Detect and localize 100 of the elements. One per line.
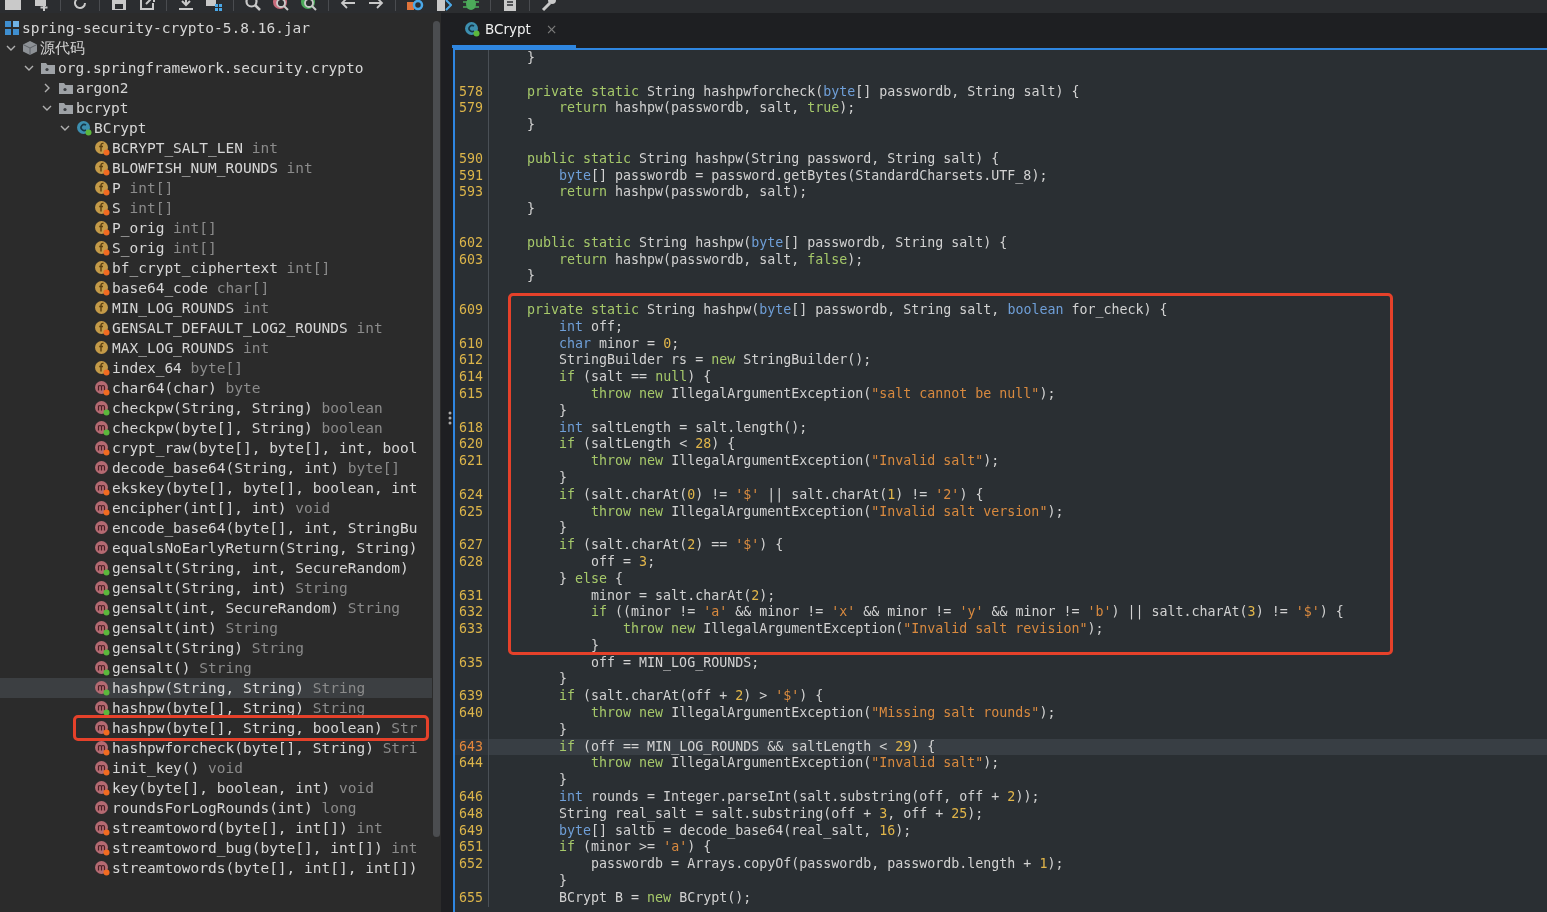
tree-item[interactable]: hashpwforcheck(byte[], String) Stri — [0, 738, 432, 758]
line-number: 655 — [455, 889, 489, 907]
tree-item[interactable]: MAX_LOG_ROUNDS int — [0, 338, 432, 358]
tree-item[interactable]: roundsForLogRounds(int) long — [0, 798, 432, 818]
tree-item[interactable]: BCrypt — [0, 118, 432, 138]
code-line: } — [558, 671, 569, 689]
code-line: } — [558, 469, 569, 487]
code-line: int rounds = Integer.parseInt(salt.substring(off, off + 2)); — [558, 789, 1041, 806]
tree-item[interactable]: hashpw(String, String) String — [0, 678, 432, 698]
line-number: 578 — [455, 83, 489, 101]
line-number: 614 — [455, 369, 489, 386]
cube-icon — [22, 40, 38, 56]
folder-icon — [40, 61, 56, 75]
code-line: off = MIN_LOG_ROUNDS; — [590, 654, 761, 672]
code-line: return hashpw(passwordb, salt, false); — [558, 251, 865, 269]
tree-item[interactable]: decode_base64(String, int) byte[] — [0, 458, 432, 478]
line-number: 593 — [455, 184, 489, 202]
line-number: 610 — [455, 335, 489, 353]
tree-item[interactable]: index_64 byte[] — [0, 358, 432, 378]
code-line: } — [558, 873, 569, 890]
tree-item[interactable]: bf_crypt_ciphertext int[] — [0, 258, 432, 278]
line-number: 603 — [455, 251, 489, 269]
method-icon — [95, 461, 108, 474]
tree-item[interactable]: gensalt(String) String — [0, 638, 432, 658]
code-line: } — [558, 520, 569, 538]
tree-item[interactable]: init_key() void — [0, 758, 432, 778]
tree-item[interactable]: crypt_raw(byte[], byte[], int, bool — [0, 438, 432, 458]
tree-item[interactable]: key(byte[], boolean, int) void — [0, 778, 432, 798]
line-number: 624 — [455, 486, 489, 504]
tree-item[interactable]: bcrypt — [0, 98, 432, 118]
line-number: 649 — [455, 822, 489, 840]
tree-item[interactable]: equalsNoEarlyReturn(String, String) — [0, 538, 432, 558]
code-line: int off; — [558, 318, 625, 336]
line-number: 631 — [455, 587, 489, 605]
tree-item[interactable]: checkpw(byte[], String) boolean — [0, 418, 432, 438]
line-number: 643 — [455, 738, 489, 756]
tree-item[interactable]: BCRYPT_SALT_LEN int — [0, 138, 432, 158]
code-line: throw new IllegalArgumentException("Invalid salt version"); — [590, 503, 1065, 521]
code-line: String real_salt = salt.substring(off + 3, off + 25); — [558, 805, 985, 823]
line-number: 615 — [455, 385, 489, 403]
scrollbar-thumb[interactable] — [433, 21, 440, 837]
code-line: throw new IllegalArgumentException("Invalid salt revision"); — [622, 621, 1105, 638]
tree-item[interactable]: streamtowords(byte[], int[], int[]) — [0, 858, 432, 878]
code-line: off = 3; — [590, 553, 657, 571]
tree-item[interactable]: argon2 — [0, 78, 432, 98]
tree-item[interactable]: S int[] — [0, 198, 432, 218]
code-line: if (salt == null) { — [558, 369, 713, 386]
code-line: return hashpw(passwordb, salt); — [558, 184, 809, 202]
tree-item[interactable]: encipher(int[], int) void — [0, 498, 432, 518]
code-line: throw new IllegalArgumentException("salt cannot be null"); — [590, 385, 1057, 403]
code-line: private static String hashpwforcheck(byte[] passwordb, String salt) { — [526, 83, 1081, 101]
tree-item[interactable]: ekskey(byte[], byte[], boolean, int — [0, 478, 432, 498]
code-line: } — [558, 721, 569, 739]
grip-icon[interactable] — [448, 410, 452, 425]
code-line: if (salt.charAt(0) != '$' || salt.charAt(1) != '2') { — [558, 486, 985, 504]
tree-item[interactable]: BLOWFISH_NUM_ROUNDS int — [0, 158, 432, 178]
tree-item[interactable]: streamtoword_bug(byte[], int[]) int — [0, 838, 432, 858]
tree-item[interactable]: MIN_LOG_ROUNDS int — [0, 298, 432, 318]
line-number: 648 — [455, 805, 489, 823]
field-icon — [95, 341, 108, 354]
blocks-icon — [4, 20, 20, 36]
tree-item[interactable]: streamtoword(byte[], int[]) int — [0, 818, 432, 838]
code-line: throw new IllegalArgumentException("Missing salt rounds"); — [590, 705, 1057, 722]
line-number: 625 — [455, 503, 489, 521]
line-number: 646 — [455, 789, 489, 806]
tree-item[interactable]: hashpw(byte[], String) String — [0, 698, 432, 718]
tree-item[interactable]: hashpw(byte[], String, boolean) Str — [0, 718, 432, 738]
tree-item[interactable]: base64_code char[] — [0, 278, 432, 298]
code-line: } — [590, 637, 601, 655]
tree-item[interactable]: 源代码 — [0, 38, 432, 58]
tree-item[interactable]: checkpw(String, String) boolean — [0, 398, 432, 418]
tree-item[interactable]: org.springframework.security.crypto — [0, 58, 432, 78]
code-line: int saltLength = salt.length(); — [558, 419, 809, 437]
tree-item[interactable]: P_orig int[] — [0, 218, 432, 238]
code-line: } — [526, 268, 537, 286]
tree-item[interactable]: gensalt(String, int, SecureRandom) — [0, 558, 432, 578]
line-number: 602 — [455, 234, 489, 252]
tree-item[interactable]: char64(char) byte — [0, 378, 432, 398]
code-line: private static String hashpw(byte[] passwordb, String salt, boolean for_check) { — [526, 301, 1169, 319]
tree-item[interactable]: gensalt(int, SecureRandom) String — [0, 598, 432, 618]
code-line: throw new IllegalArgumentException("Invalid salt"); — [590, 755, 1001, 773]
close-button[interactable]: × — [545, 21, 558, 37]
tree-item[interactable]: gensalt(int) String — [0, 618, 432, 638]
code-line: BCrypt B = new BCrypt(); — [558, 889, 753, 907]
line-number: 618 — [455, 419, 489, 437]
tree-item[interactable]: P int[] — [0, 178, 432, 198]
line-number: 632 — [455, 604, 489, 622]
code-line: char minor = 0; — [558, 335, 681, 353]
tree-item[interactable]: S_orig int[] — [0, 238, 432, 258]
method-icon — [95, 521, 108, 534]
tree-item[interactable]: gensalt() String — [0, 658, 432, 678]
code-line: } — [526, 201, 537, 218]
code-line: byte[] saltb = decode_base64(real_salt, 16); — [558, 822, 913, 840]
tree-item[interactable]: encode_base64(byte[], int, StringBu — [0, 518, 432, 538]
tree-item[interactable]: gensalt(String, int) String — [0, 578, 432, 598]
tree-item[interactable]: spring-security-crypto-5.8.16.jar — [0, 18, 432, 38]
line-number: 633 — [455, 621, 489, 638]
line-number: 627 — [455, 537, 489, 554]
tree-item[interactable]: GENSALT_DEFAULT_LOG2_ROUNDS int — [0, 318, 432, 338]
code-line: minor = salt.charAt(2); — [590, 587, 777, 605]
